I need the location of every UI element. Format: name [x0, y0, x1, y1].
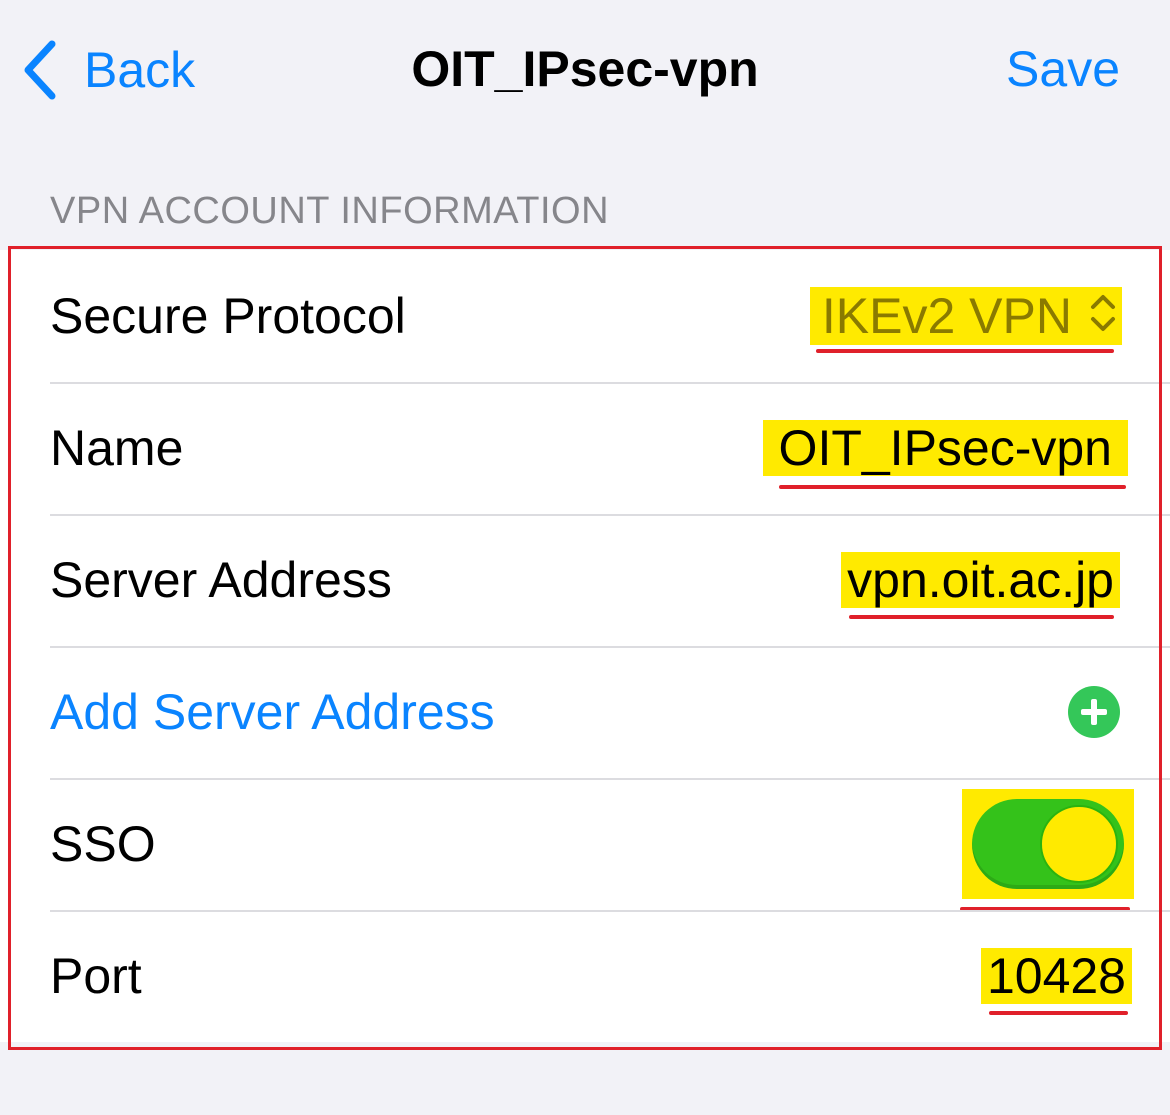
save-button[interactable]: Save	[1006, 40, 1120, 98]
page-title: OIT_IPsec-vpn	[411, 41, 759, 97]
secure-protocol-value[interactable]: IKEv2 VPN	[809, 287, 1122, 353]
sso-row[interactable]: SSO	[0, 778, 1170, 911]
port-value: 10428	[980, 948, 1132, 1004]
plus-circle-icon[interactable]	[1068, 686, 1120, 738]
server-address-field[interactable]: vpn.oit.ac.jp	[841, 551, 1120, 619]
port-field[interactable]: 10428	[980, 947, 1132, 1015]
secure-protocol-row[interactable]: Secure Protocol IKEv2 VPN	[0, 250, 1170, 382]
annotation-underline	[815, 349, 1114, 353]
name-row[interactable]: Name OIT_IPsec-vpn	[0, 382, 1170, 514]
secure-protocol-label: Secure Protocol	[50, 288, 406, 344]
port-row[interactable]: Port 10428	[0, 910, 1170, 1042]
toggle-knob	[1040, 805, 1118, 883]
annotation-underline	[988, 1011, 1128, 1015]
server-address-row[interactable]: Server Address vpn.oit.ac.jp	[0, 514, 1170, 646]
section-header: VPN ACCOUNT INFORMATION	[50, 190, 610, 232]
sso-toggle[interactable]	[972, 799, 1124, 889]
annotation-underline	[778, 485, 1126, 489]
name-value: OIT_IPsec-vpn	[762, 420, 1128, 476]
port-label: Port	[50, 948, 142, 1004]
annotation-underline	[849, 615, 1114, 619]
sso-toggle-wrap	[948, 789, 1134, 911]
sso-label: SSO	[50, 816, 156, 872]
navigation-bar: Back OIT_IPsec-vpn Save	[0, 0, 1170, 140]
add-server-address-link[interactable]: Add Server Address	[50, 683, 1068, 741]
vpn-account-group: Secure Protocol IKEv2 VPN Name OIT_IPsec…	[0, 250, 1170, 1042]
chevron-up-down-icon	[1090, 287, 1116, 345]
add-server-address-row[interactable]: Add Server Address	[0, 646, 1170, 778]
name-label: Name	[50, 420, 184, 476]
server-address-value: vpn.oit.ac.jp	[841, 552, 1120, 608]
name-field[interactable]: OIT_IPsec-vpn	[762, 419, 1128, 489]
secure-protocol-text: IKEv2 VPN	[821, 288, 1072, 344]
server-address-label: Server Address	[50, 552, 392, 608]
